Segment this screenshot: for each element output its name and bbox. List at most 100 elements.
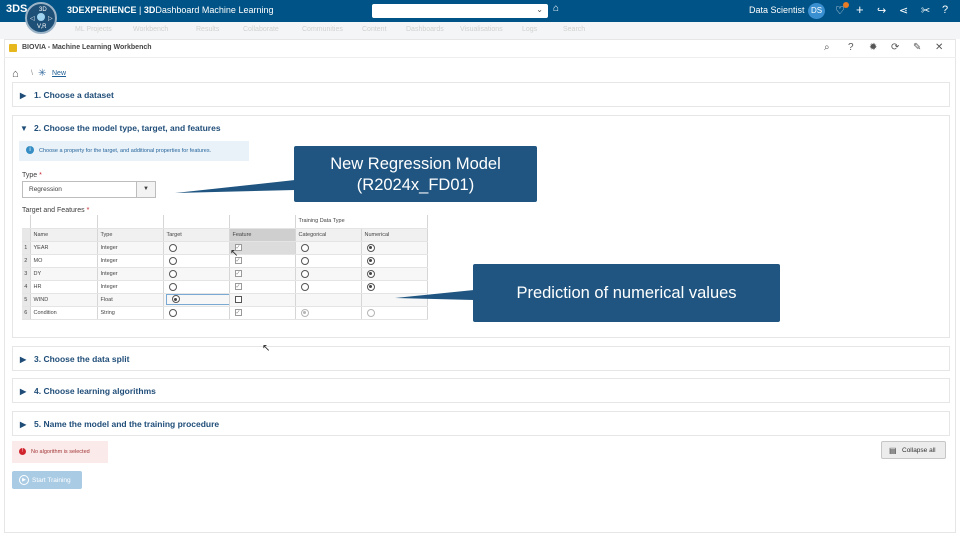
- dropdown-triangle-icon[interactable]: ▼: [136, 182, 155, 197]
- collapse-all-label: Collapse all: [902, 447, 936, 454]
- target-radio[interactable]: [168, 243, 177, 252]
- col-header-categorical[interactable]: Categorical: [295, 228, 362, 242]
- target-radio[interactable]: [171, 295, 180, 303]
- cell-name: Condition: [30, 306, 98, 320]
- target-features-label: Target and Features *: [22, 207, 89, 214]
- cell-numerical: [361, 267, 428, 281]
- row-number: 5: [22, 293, 31, 307]
- help-icon[interactable]: ?: [848, 42, 854, 53]
- network-icon[interactable]: ⋖: [899, 4, 908, 17]
- table-header-row: Name Type Target Feature Categorical Num…: [22, 228, 428, 242]
- start-training-button[interactable]: ▶ Start Training: [12, 471, 82, 489]
- feature-checkbox[interactable]: [234, 296, 242, 303]
- gear-icon[interactable]: ✹: [869, 42, 877, 53]
- type-label: Type *: [22, 172, 42, 179]
- help-icon[interactable]: ?: [942, 4, 948, 16]
- numerical-radio[interactable]: [366, 282, 375, 291]
- categorical-radio[interactable]: [300, 308, 309, 317]
- numerical-radio[interactable]: [366, 269, 375, 278]
- col-header-feature[interactable]: Feature: [229, 228, 296, 242]
- target-radio[interactable]: [168, 256, 177, 265]
- cell-name: WIND: [30, 293, 98, 307]
- refresh-icon[interactable]: ⟳: [891, 42, 899, 53]
- tab-item[interactable]: Content: [362, 26, 387, 33]
- app-prefix: 3D: [143, 5, 156, 15]
- cell-target: [163, 293, 230, 307]
- compass-icon[interactable]: 3D ◁ ▷ V,R: [25, 2, 57, 34]
- categorical-radio[interactable]: [300, 269, 309, 278]
- home-icon[interactable]: ⌂: [12, 68, 19, 80]
- col-header-type[interactable]: Type: [97, 228, 164, 242]
- search-icon[interactable]: ⌕: [824, 42, 830, 53]
- user-role[interactable]: Data Scientist: [749, 5, 805, 15]
- model-callout-line2: (R2024x_FD01): [356, 176, 475, 194]
- tab-item[interactable]: Communities: [302, 26, 343, 33]
- col-header-name[interactable]: Name: [30, 228, 98, 242]
- step-2-header[interactable]: ▼ 2. Choose the model type, target, and f…: [20, 123, 221, 133]
- row-number: 3: [22, 267, 31, 281]
- notifications-icon[interactable]: ♡: [835, 2, 849, 17]
- add-icon[interactable]: +: [856, 2, 864, 17]
- search-input[interactable]: ⌄: [372, 4, 548, 18]
- collapse-all-button[interactable]: ▤ Collapse all: [881, 441, 946, 459]
- col-header-target[interactable]: Target: [163, 228, 230, 242]
- table-row[interactable]: 5 WIND Float: [22, 293, 428, 307]
- table-row[interactable]: 4 HR Integer ✓: [22, 280, 428, 294]
- tag-icon[interactable]: ⌂: [553, 3, 559, 14]
- feature-checkbox[interactable]: ✓: [234, 270, 242, 277]
- target-radio[interactable]: [168, 282, 177, 291]
- table-row[interactable]: 6 Condition String ✓: [22, 306, 428, 320]
- categorical-radio[interactable]: [300, 243, 309, 252]
- row-number: 1: [22, 241, 31, 255]
- cell-feature: ✓: [229, 280, 296, 294]
- cell-target: [163, 241, 230, 255]
- step-5-header[interactable]: ▶ 5. Name the model and the training proc…: [20, 419, 219, 429]
- tab-item[interactable]: Visualisations: [460, 26, 503, 33]
- mouse-pointer-icon: ↖: [262, 343, 271, 354]
- model-type-select[interactable]: Regression ▼: [22, 181, 156, 198]
- target-radio[interactable]: [168, 269, 177, 278]
- step-3-header[interactable]: ▶ 3. Choose the data split: [20, 354, 129, 364]
- cell-type: Integer: [97, 254, 164, 268]
- pin-icon[interactable]: ✎: [913, 42, 921, 53]
- table-row[interactable]: 3 DY Integer ✓: [22, 267, 428, 281]
- type-label-text: Type: [22, 172, 38, 179]
- cell-type: Integer: [97, 267, 164, 281]
- tab-item[interactable]: Search: [563, 26, 585, 33]
- step-4-header[interactable]: ▶ 4. Choose learning algorithms: [20, 386, 156, 396]
- categorical-radio[interactable]: [300, 282, 309, 291]
- tab-item[interactable]: Workbench: [133, 26, 168, 33]
- chevron-down-icon[interactable]: ⌄: [536, 5, 543, 14]
- tools-icon[interactable]: ✂: [921, 4, 930, 17]
- col-header-numerical[interactable]: Numerical: [361, 228, 428, 242]
- numerical-radio[interactable]: [366, 308, 375, 317]
- target-cell-editor[interactable]: [165, 294, 228, 305]
- step-1-header[interactable]: ▶ 1. Choose a dataset: [20, 90, 114, 100]
- tab-item[interactable]: ML Projects: [75, 26, 112, 33]
- 3ds-logo[interactable]: 3DS: [6, 3, 27, 15]
- workbench-header: BIOVIA - Machine Learning Workbench ⌕ ? …: [4, 40, 956, 58]
- close-icon[interactable]: ✕: [935, 42, 943, 53]
- tab-item[interactable]: Logs: [522, 26, 537, 33]
- categorical-radio[interactable]: [300, 256, 309, 265]
- avatar[interactable]: DS: [808, 3, 825, 19]
- app-name: Dashboard: [155, 5, 200, 15]
- cell-target: [163, 254, 230, 268]
- numerical-radio[interactable]: [366, 243, 375, 252]
- feature-checkbox[interactable]: ✓: [234, 309, 242, 316]
- table-row[interactable]: 1 YEAR Integer ✓: [22, 241, 428, 255]
- step-1-label: 1. Choose a dataset: [34, 90, 114, 100]
- cell-feature: ✓: [229, 254, 296, 268]
- tab-item[interactable]: Dashboards: [406, 26, 444, 33]
- model-callout: New Regression Model (R2024x_FD01): [294, 146, 537, 202]
- target-radio[interactable]: [168, 308, 177, 317]
- breadcrumb-new-link[interactable]: New: [52, 70, 66, 77]
- share-icon[interactable]: ↪: [877, 4, 886, 17]
- feature-checkbox[interactable]: ✓: [234, 283, 242, 290]
- table-row[interactable]: 2 MO Integer ✓: [22, 254, 428, 268]
- target-features-table: Training Data Type Name Type Target Feat…: [22, 215, 428, 320]
- tab-item[interactable]: Collaborate: [243, 26, 279, 33]
- numerical-radio[interactable]: [366, 256, 375, 265]
- tab-item[interactable]: Results: [196, 26, 219, 33]
- app-sub: Machine Learning: [199, 5, 274, 15]
